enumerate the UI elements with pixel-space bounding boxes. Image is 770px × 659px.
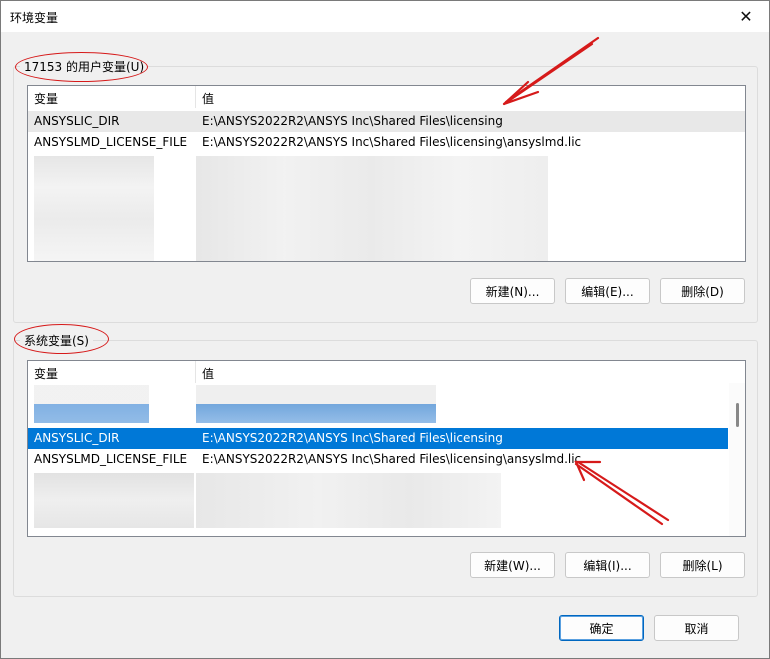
system-variables-list[interactable]: 变量 值 ANSYSLIC_DIR E:\ANSYS2022R2\ANSYS I…	[27, 360, 746, 537]
variable-name: ANSYSLIC_DIR	[34, 114, 120, 128]
cancel-button[interactable]: 取消	[654, 615, 739, 641]
table-row[interactable]: ANSYSLMD_LICENSE_FILE E:\ANSYS2022R2\ANS…	[28, 449, 728, 470]
annotation-ellipse	[15, 52, 148, 82]
user-variables-list[interactable]: 变量 值 ANSYSLIC_DIR E:\ANSYS2022R2\ANSYS I…	[27, 85, 746, 262]
redacted-block	[196, 156, 548, 261]
user-edit-button[interactable]: 编辑(E)...	[565, 278, 650, 304]
redacted-block	[196, 473, 501, 528]
ok-button[interactable]: 确定	[559, 615, 644, 641]
column-divider[interactable]	[195, 86, 196, 108]
dialog-title: 环境变量	[10, 11, 59, 25]
column-header-variable[interactable]: 变量	[34, 90, 58, 107]
variable-name: ANSYSLMD_LICENSE_FILE	[34, 135, 188, 149]
redacted-block	[34, 385, 149, 423]
system-new-button[interactable]: 新建(W)...	[470, 552, 555, 578]
column-header-variable[interactable]: 变量	[34, 365, 58, 382]
column-header-value[interactable]: 值	[202, 365, 214, 382]
list-header: 变量 值	[28, 361, 745, 383]
variable-value: E:\ANSYS2022R2\ANSYS Inc\Shared Files\li…	[202, 431, 503, 445]
redacted-block	[196, 385, 436, 423]
variable-value: E:\ANSYS2022R2\ANSYS Inc\Shared Files\li…	[202, 114, 503, 128]
user-new-button[interactable]: 新建(N)...	[470, 278, 555, 304]
system-delete-button[interactable]: 删除(L)	[660, 552, 745, 578]
scrollbar-thumb[interactable]	[736, 403, 739, 427]
title-bar: 环境变量 ✕	[1, 1, 769, 32]
environment-variables-dialog: 环境变量 ✕ 17153 的用户变量(U) 变量 值 ANSYSLIC_DIR …	[0, 0, 770, 659]
column-header-value[interactable]: 值	[202, 90, 214, 107]
system-edit-button[interactable]: 编辑(I)...	[565, 552, 650, 578]
table-row[interactable]: ANSYSLMD_LICENSE_FILE E:\ANSYS2022R2\ANS…	[28, 132, 745, 153]
table-row[interactable]: ANSYSLIC_DIR E:\ANSYS2022R2\ANSYS Inc\Sh…	[28, 428, 728, 449]
vertical-scrollbar[interactable]	[729, 383, 745, 536]
close-icon[interactable]: ✕	[723, 1, 769, 32]
column-divider[interactable]	[195, 361, 196, 383]
variable-value: E:\ANSYS2022R2\ANSYS Inc\Shared Files\li…	[202, 135, 582, 149]
redacted-block	[34, 473, 194, 528]
variable-name: ANSYSLIC_DIR	[34, 431, 120, 445]
user-delete-button[interactable]: 删除(D)	[660, 278, 745, 304]
variable-name: ANSYSLMD_LICENSE_FILE	[34, 452, 188, 466]
annotation-ellipse	[14, 324, 109, 354]
list-header: 变量 值	[28, 86, 745, 108]
redacted-block	[34, 156, 154, 261]
table-row[interactable]: ANSYSLIC_DIR E:\ANSYS2022R2\ANSYS Inc\Sh…	[28, 111, 745, 132]
variable-value: E:\ANSYS2022R2\ANSYS Inc\Shared Files\li…	[202, 452, 582, 466]
